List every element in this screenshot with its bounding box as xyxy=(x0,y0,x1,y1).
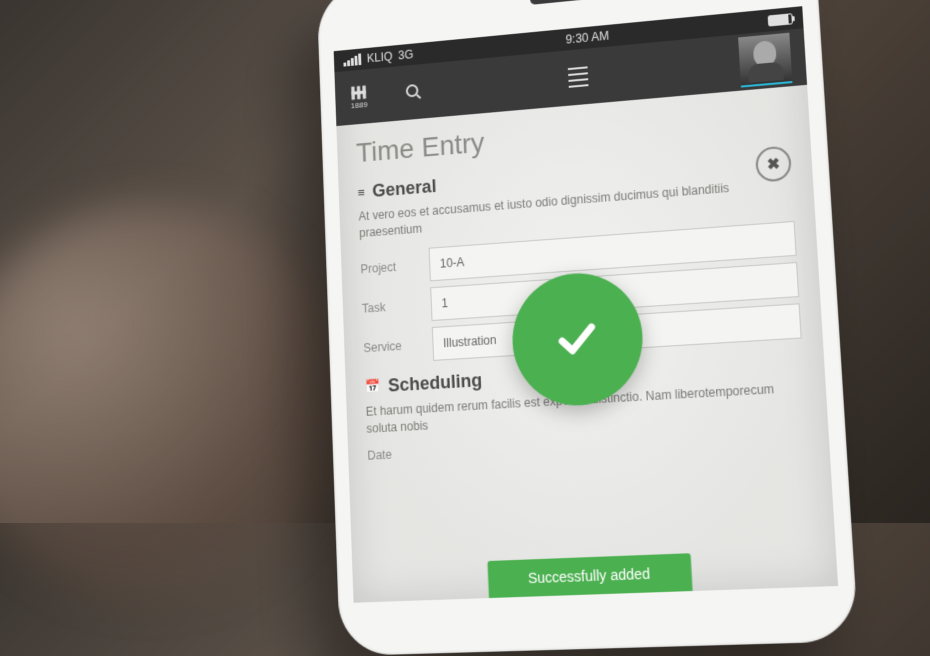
screen: KLIQ 3G 9:30 AM 1889 xyxy=(334,6,838,603)
task-label: Task xyxy=(362,297,431,315)
app-logo[interactable]: 1889 xyxy=(348,83,370,110)
general-title: General xyxy=(372,176,437,202)
carrier-label: KLIQ xyxy=(367,49,393,65)
date-label: Date xyxy=(367,444,437,462)
menu-icon[interactable] xyxy=(568,66,589,88)
page-content: Time Entry ✖ ≡ General At vero eos et ac… xyxy=(336,84,838,602)
search-icon[interactable] xyxy=(405,82,423,101)
network-label: 3G xyxy=(398,47,414,62)
signal-icon xyxy=(343,53,361,66)
calendar-icon: 📅 xyxy=(365,378,381,395)
service-label: Service xyxy=(363,336,433,354)
phone-frame: KLIQ 3G 9:30 AM 1889 xyxy=(317,0,859,656)
avatar[interactable] xyxy=(738,32,792,87)
battery-icon xyxy=(768,12,793,25)
list-icon: ≡ xyxy=(357,184,365,199)
scheduling-title: Scheduling xyxy=(388,369,483,396)
close-icon: ✖ xyxy=(766,154,780,173)
check-icon xyxy=(549,310,606,368)
project-label: Project xyxy=(360,257,429,276)
clock-label: 9:30 AM xyxy=(565,28,609,46)
logo-subtext: 1889 xyxy=(351,100,368,110)
success-toast: Successfully added xyxy=(487,553,692,598)
